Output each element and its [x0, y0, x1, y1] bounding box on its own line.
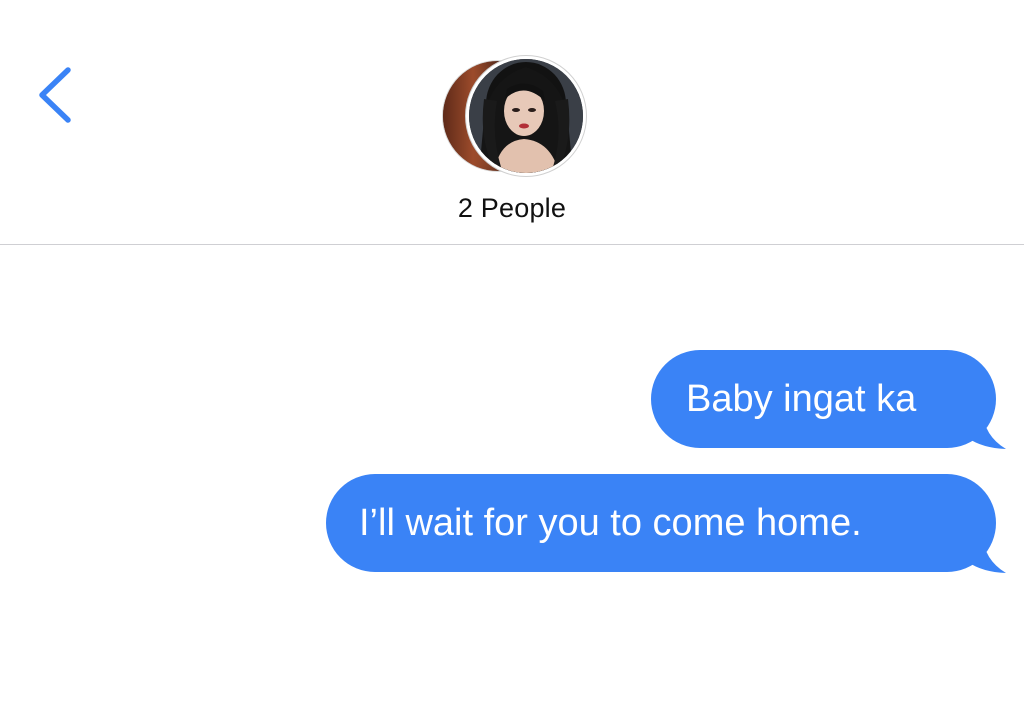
- bubble-tail: [968, 534, 1006, 573]
- message-text: I’ll wait for you to come home.: [359, 502, 862, 544]
- messages-screen: 2 People Baby ingat ka I’ll wait for you…: [0, 0, 1024, 726]
- contact-avatar-2: [469, 59, 583, 173]
- message-bubble-outgoing[interactable]: Baby ingat ka: [651, 350, 996, 448]
- conversation-header: 2 People: [0, 0, 1024, 245]
- group-avatar-stack[interactable]: [440, 58, 590, 178]
- group-title[interactable]: 2 People: [0, 193, 1024, 224]
- message-text: Baby ingat ka: [686, 378, 917, 420]
- chevron-left-icon: [26, 58, 86, 130]
- bubble-tail: [968, 410, 1006, 449]
- back-button[interactable]: [26, 58, 86, 130]
- header-divider: [0, 244, 1024, 245]
- message-bubble-outgoing[interactable]: I’ll wait for you to come home.: [326, 474, 996, 572]
